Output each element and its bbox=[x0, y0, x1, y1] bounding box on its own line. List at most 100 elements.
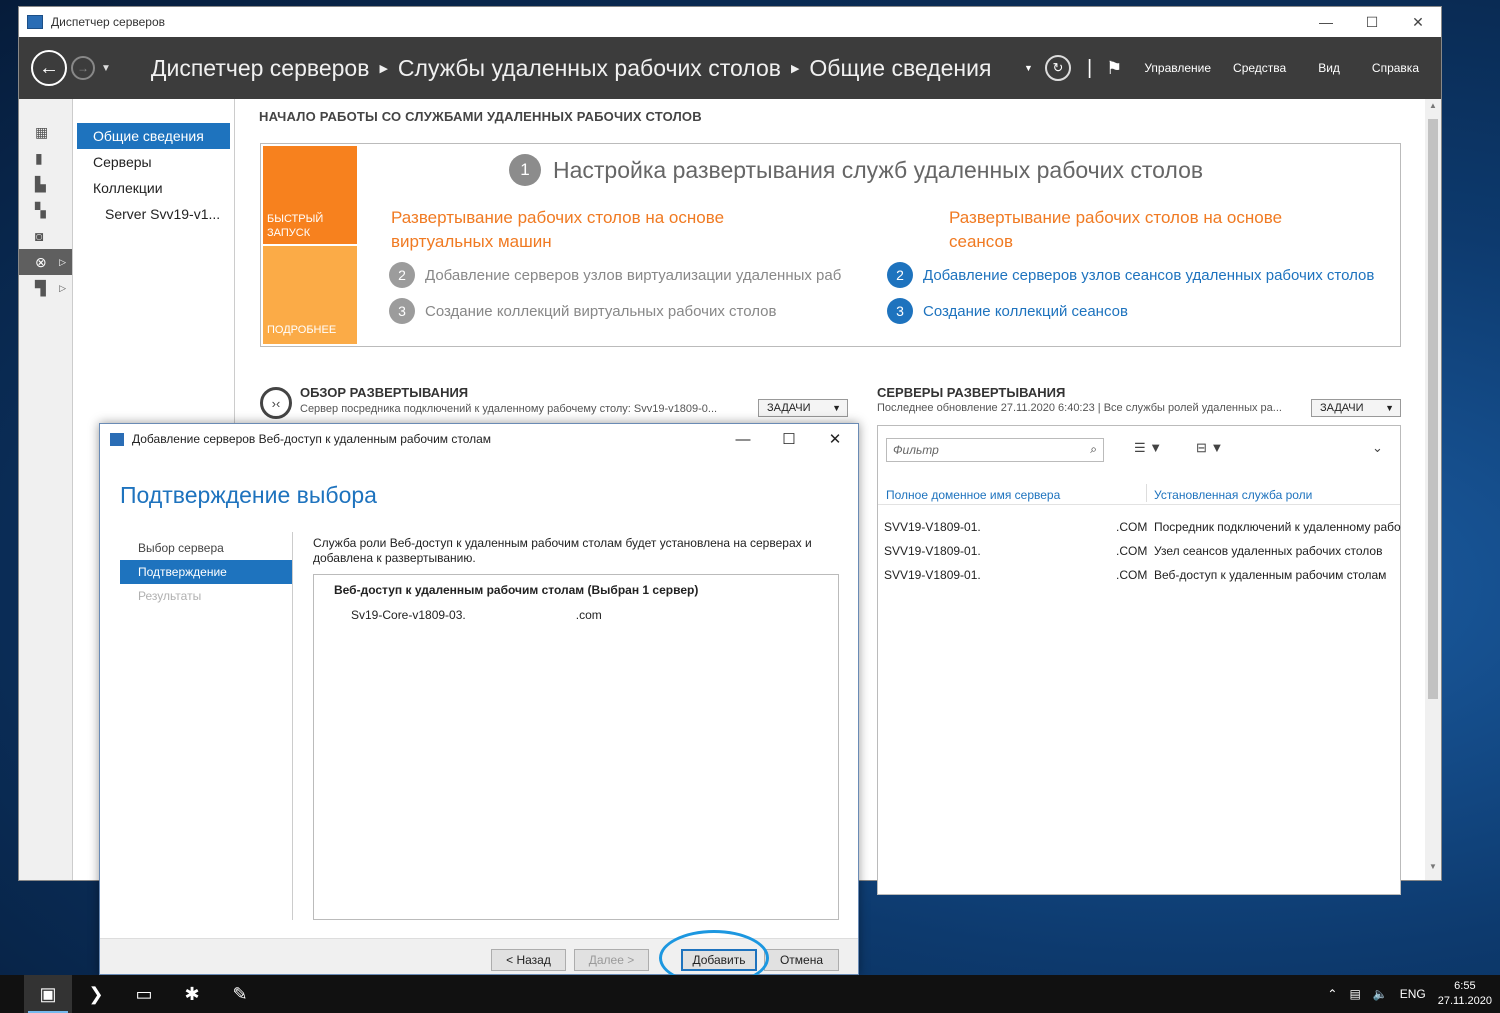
servers-subtitle: Последнее обновление 27.11.2020 6:40:23 … bbox=[877, 402, 1282, 414]
session-step-2[interactable]: 2 Добавление серверов узлов сеансов удал… bbox=[887, 262, 1401, 288]
column-divider[interactable] bbox=[1146, 484, 1147, 502]
tray-expand-icon[interactable]: ⌃ bbox=[1327, 987, 1337, 1001]
wizard-description: Служба роли Веб-доступ к удаленным рабоч… bbox=[313, 536, 812, 565]
all-servers-icon[interactable]: ▙ bbox=[19, 171, 72, 197]
menu-tools[interactable]: Средства bbox=[1233, 61, 1286, 75]
column-header-role[interactable]: Установленная служба роли bbox=[1154, 488, 1312, 502]
remote-desktop-icon: ›‹ bbox=[260, 387, 292, 419]
servers-panel: Фильтр ⌕ ☰ ▼ ⊟ ▼ ⌄ Полное доменное имя с… bbox=[877, 425, 1401, 895]
server-name: Sv19-Core-v1809-03. bbox=[351, 608, 466, 622]
menu-help[interactable]: Справка bbox=[1372, 61, 1419, 75]
wizard-step-select-server[interactable]: Выбор сервера bbox=[120, 536, 292, 560]
breadcrumb-separator-icon: ▶ bbox=[790, 62, 800, 75]
chevron-down-icon[interactable]: ▼ bbox=[1024, 63, 1033, 73]
overview-tasks-button[interactable]: ЗАДАЧИ ▼ bbox=[758, 399, 848, 417]
maximize-button[interactable]: ☐ bbox=[766, 424, 812, 454]
quickstart-tile[interactable]: БЫСТРЫЙ ЗАПУСК bbox=[263, 146, 357, 244]
wizard-step-confirmation[interactable]: Подтверждение bbox=[120, 560, 292, 584]
table-row[interactable]: SVV19-V1809-01. .COM Посредник подключен… bbox=[884, 520, 1401, 540]
vertical-scrollbar[interactable]: ▲ ▼ bbox=[1425, 99, 1441, 880]
table-row[interactable]: SVV19-V1809-01. .COM Узел сеансов удален… bbox=[884, 544, 1400, 564]
wizard-app-icon bbox=[110, 432, 124, 446]
dashboard-icon[interactable]: ▦ bbox=[19, 119, 72, 145]
back-button[interactable]: < Назад bbox=[491, 949, 566, 971]
wizard-divider bbox=[292, 532, 293, 920]
breadcrumb-item[interactable]: Службы удаленных рабочих столов bbox=[398, 55, 781, 82]
nav-item-servers[interactable]: Серверы bbox=[77, 149, 230, 175]
close-button[interactable]: ✕ bbox=[812, 424, 858, 454]
iis-icon[interactable]: ◙ bbox=[19, 223, 72, 249]
scroll-down-icon[interactable]: ▼ bbox=[1425, 862, 1441, 878]
volume-muted-icon[interactable]: 🔈 bbox=[1373, 987, 1388, 1001]
file-services-icon[interactable]: ▚ bbox=[19, 197, 72, 223]
overview-title: ОБЗОР РАЗВЕРТЫВАНИЯ bbox=[300, 385, 469, 400]
header-divider bbox=[878, 504, 1400, 505]
window-titlebar[interactable]: Диспетчер серверов — ☐ ✕ bbox=[19, 7, 1441, 37]
remote-desktop-icon[interactable]: ⊗ ▷ bbox=[19, 249, 72, 275]
filter-input[interactable]: Фильтр ⌕ bbox=[886, 438, 1104, 462]
nav-history-dropdown-icon[interactable]: ▼ bbox=[101, 63, 111, 74]
minimize-button[interactable]: — bbox=[720, 424, 766, 454]
learn-more-tile[interactable]: ПОДРОБНЕЕ bbox=[263, 246, 357, 344]
notifications-flag-icon[interactable]: ⚑ bbox=[1106, 58, 1122, 79]
back-arrow-icon[interactable]: ← bbox=[31, 50, 67, 86]
server-role: Веб-доступ к удаленным рабочим столам bbox=[1154, 568, 1387, 582]
paint-icon[interactable]: ✎ bbox=[216, 975, 264, 1013]
header-bar: ← → ▼ Диспетчер серверов ▶ Службы удален… bbox=[19, 37, 1441, 99]
clock[interactable]: 6:55 27.11.2020 bbox=[1438, 979, 1492, 1009]
vm-deployment-heading: Развертывание рабочих столов на основе в… bbox=[391, 208, 725, 251]
vm-step-2: 2 Добавление серверов узлов виртуализаци… bbox=[389, 262, 859, 288]
close-button[interactable]: ✕ bbox=[1395, 7, 1441, 37]
tasks-label: ЗАДАЧИ bbox=[767, 402, 811, 414]
search-icon[interactable]: ⌕ bbox=[1090, 442, 1097, 457]
step-link[interactable]: Добавление серверов узлов сеансов удален… bbox=[923, 267, 1374, 284]
server-domain: .COM bbox=[1116, 568, 1148, 582]
icon-rail: ▦ ▮ ▙ ▚ ◙ ⊗ ▷ ▜ ▷ bbox=[19, 99, 73, 880]
list-options-icon[interactable]: ☰ ▼ bbox=[1134, 440, 1162, 456]
wsus-icon[interactable]: ▜ ▷ bbox=[19, 275, 72, 301]
powershell-icon[interactable]: ❯ bbox=[72, 975, 120, 1013]
step-number-badge: 2 bbox=[887, 262, 913, 288]
quickstart-panel: БЫСТРЫЙ ЗАПУСК ПОДРОБНЕЕ 1 Настройка раз… bbox=[260, 143, 1401, 347]
language-indicator[interactable]: ENG bbox=[1400, 987, 1426, 1001]
column-header-fqdn[interactable]: Полное доменное имя сервера bbox=[886, 488, 1060, 502]
refresh-icon[interactable]: ↻ bbox=[1044, 55, 1071, 81]
scroll-up-icon[interactable]: ▲ bbox=[1425, 101, 1441, 117]
nav-item-collections[interactable]: Коллекции bbox=[77, 175, 230, 201]
vm-step-3: 3 Создание коллекций виртуальных рабочих… bbox=[389, 298, 859, 324]
cmd-icon[interactable]: ▭ bbox=[120, 975, 168, 1013]
servers-tasks-button[interactable]: ЗАДАЧИ ▼ bbox=[1311, 399, 1401, 417]
add-servers-wizard: Добавление серверов Веб-доступ к удаленн… bbox=[99, 423, 859, 975]
server-name: SVV19-V1809-01. bbox=[884, 544, 981, 558]
nav-item-collection-server[interactable]: Server Svv19-v1... bbox=[77, 201, 230, 227]
forward-arrow-icon[interactable]: → bbox=[71, 56, 95, 80]
scrollbar-thumb[interactable] bbox=[1428, 119, 1438, 699]
step-text: Добавление серверов узлов виртуализации … bbox=[425, 266, 842, 284]
wizard-titlebar[interactable]: Добавление серверов Веб-доступ к удаленн… bbox=[100, 424, 858, 454]
tool-app-icon[interactable]: ✱ bbox=[168, 975, 216, 1013]
menu-manage[interactable]: Управление bbox=[1144, 61, 1211, 75]
session-step-3[interactable]: 3 Создание коллекций сеансов bbox=[887, 298, 1401, 324]
local-server-icon[interactable]: ▮ bbox=[19, 145, 72, 171]
breadcrumb-item[interactable]: Диспетчер серверов bbox=[151, 55, 370, 82]
server-domain: .COM bbox=[1116, 544, 1148, 558]
clock-date: 27.11.2020 bbox=[1437, 995, 1492, 1007]
step-number-badge: 3 bbox=[389, 298, 415, 324]
minimize-button[interactable]: — bbox=[1303, 7, 1349, 37]
selected-servers-list: Веб-доступ к удаленным рабочим столам (В… bbox=[313, 574, 839, 920]
cancel-button[interactable]: Отмена bbox=[764, 949, 839, 971]
breadcrumb-item[interactable]: Общие сведения bbox=[809, 55, 991, 82]
network-icon[interactable]: ▤ bbox=[1349, 987, 1360, 1001]
server-role: Узел сеансов удаленных рабочих столов bbox=[1154, 544, 1383, 558]
table-row[interactable]: SVV19-V1809-01. .COM Веб-доступ к удален… bbox=[884, 568, 1400, 588]
menu-view[interactable]: Вид bbox=[1318, 61, 1340, 75]
breadcrumb-separator-icon: ▶ bbox=[379, 62, 388, 75]
expand-chevron-icon[interactable]: ⌄ bbox=[1372, 440, 1383, 456]
server-manager-icon bbox=[27, 15, 43, 29]
step-link[interactable]: Создание коллекций сеансов bbox=[923, 303, 1128, 320]
server-manager-taskbar-icon[interactable]: ▣ bbox=[24, 975, 72, 1013]
nav-item-overview[interactable]: Общие сведения bbox=[77, 123, 230, 149]
save-query-icon[interactable]: ⊟ ▼ bbox=[1196, 440, 1223, 456]
maximize-button[interactable]: ☐ bbox=[1349, 7, 1395, 37]
taskbar: ▣ ❯ ▭ ✱ ✎ ⌃ ▤ 🔈 ENG 6:55 27.11.2020 bbox=[0, 975, 1500, 1013]
